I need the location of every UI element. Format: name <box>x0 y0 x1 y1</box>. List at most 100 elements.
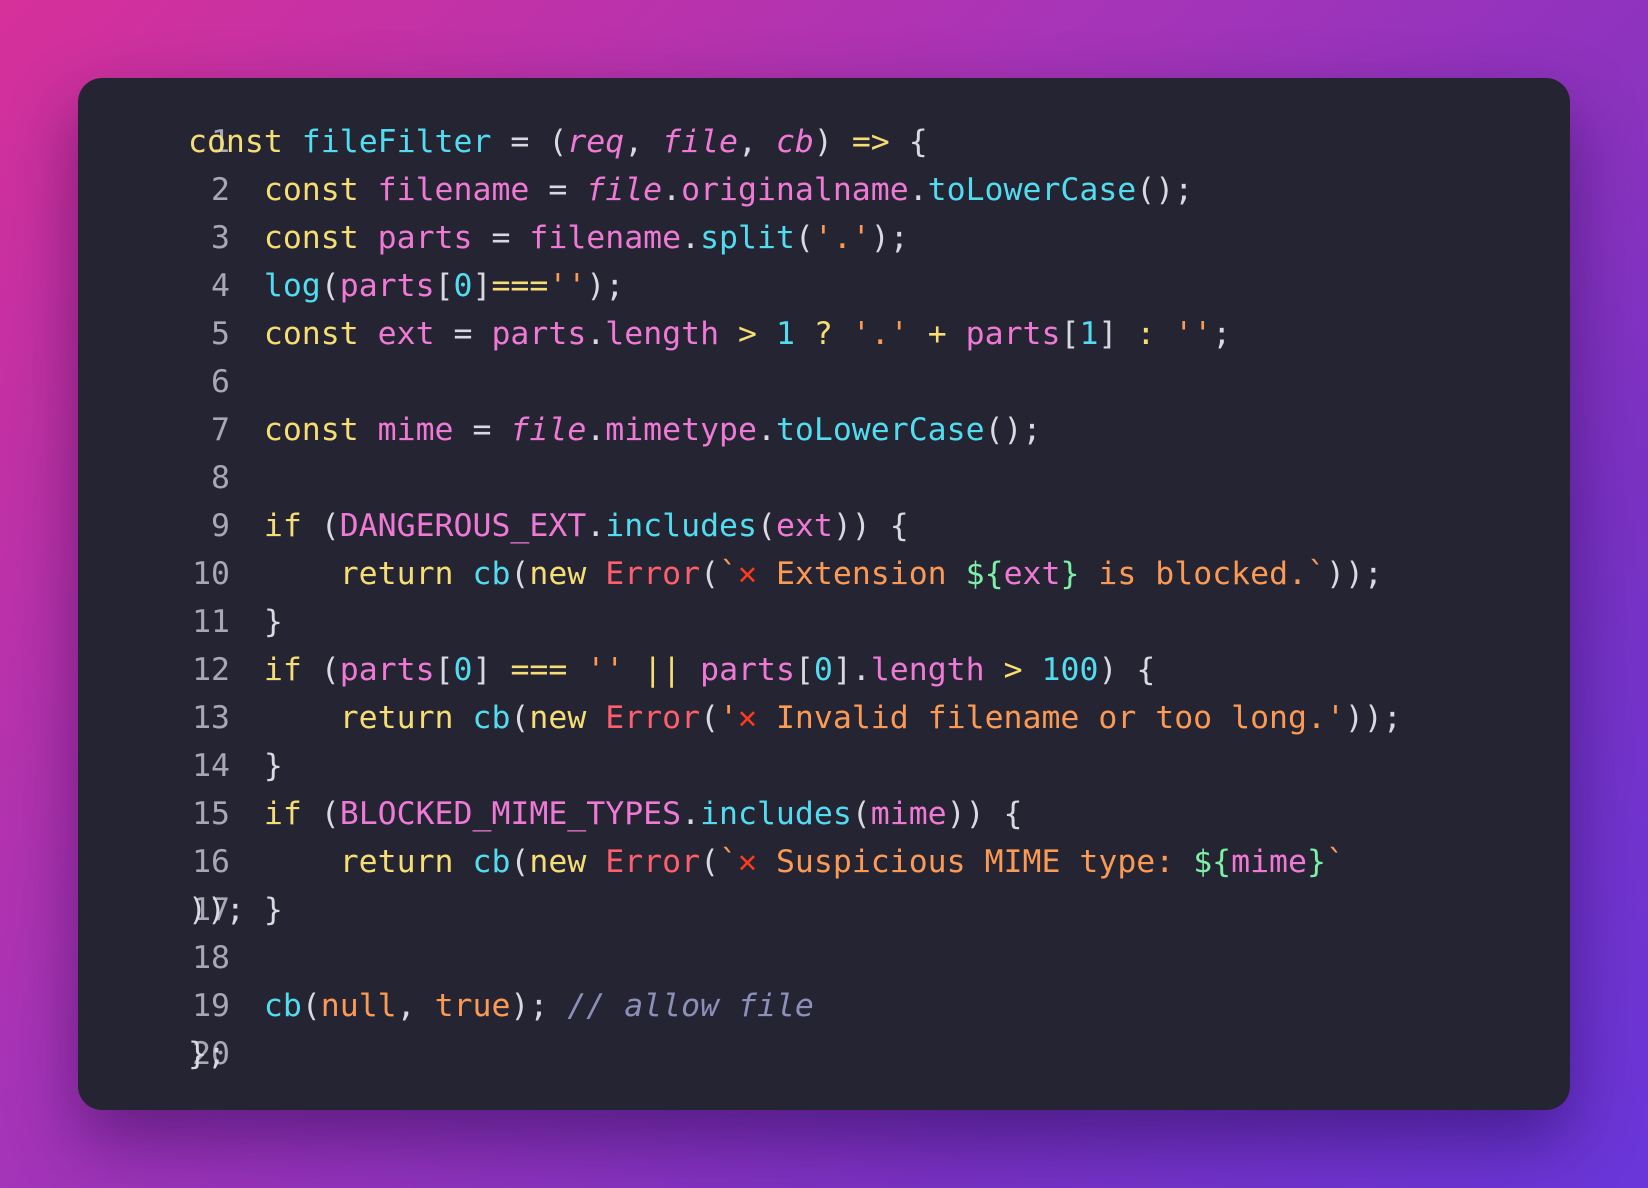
code-token: => <box>851 124 890 160</box>
code-token: includes <box>700 796 852 832</box>
code-token: )); <box>1344 700 1402 736</box>
code-token: . <box>662 172 682 208</box>
code-token: } <box>188 748 283 784</box>
code-window: 1 const fileFilter = (req, file, cb) => {… <box>78 78 1570 1110</box>
code-token: ( <box>320 268 340 304</box>
code-token: ] <box>472 652 511 688</box>
code-token: return <box>339 700 454 736</box>
code-token: ( <box>700 700 720 736</box>
code-token: ); <box>586 268 625 304</box>
code-token: ` <box>719 556 739 592</box>
code-token: '' <box>1174 316 1213 352</box>
line-source: )); } <box>188 886 283 934</box>
code-token: length <box>870 652 985 688</box>
code-token: // allow file <box>567 988 814 1024</box>
code-token: Error <box>605 556 701 592</box>
code-token: : <box>1136 316 1156 352</box>
code-token: if <box>263 508 302 544</box>
code-token: . <box>681 220 701 256</box>
line-source: return cb(new Error(`✕ Suspicious MIME t… <box>188 838 1345 886</box>
code-token: } <box>188 604 283 640</box>
code-token: cb <box>775 124 814 160</box>
code-token: === <box>491 268 549 304</box>
code-token: 0 <box>453 268 473 304</box>
code-token: '.' <box>813 220 871 256</box>
code-token: mimetype <box>605 412 757 448</box>
line-source: const filename = file.originalname.toLow… <box>188 166 1193 214</box>
code-token: Invalid filename or too long.' <box>757 700 1345 736</box>
code-token: '.' <box>851 316 909 352</box>
code-token: , <box>396 988 435 1024</box>
code-token: cb <box>472 844 511 880</box>
code-line: 20}; <box>78 1030 1570 1078</box>
code-token: filename <box>377 172 530 208</box>
code-token: split <box>700 220 795 256</box>
code-token: fileFilter <box>301 124 492 160</box>
code-token: )); } <box>188 892 283 928</box>
code-token: parts <box>700 652 795 688</box>
code-line: 7 const mime = file.mimetype.toLowerCase… <box>78 406 1570 454</box>
code-token: mime <box>377 412 454 448</box>
code-token: true <box>434 988 511 1024</box>
code-token: 1 <box>775 316 795 352</box>
code-token: ${ <box>965 556 1004 592</box>
line-source: const mime = file.mimetype.toLowerCase()… <box>188 406 1042 454</box>
code-token: [ <box>1060 316 1080 352</box>
code-token: [ <box>434 268 454 304</box>
code-token: const <box>263 316 359 352</box>
code-token: new <box>529 700 587 736</box>
code-token: , <box>624 124 663 160</box>
code-token: BLOCKED_MIME_TYPES <box>339 796 682 832</box>
code-line: 4 log(parts[0]===''); <box>78 262 1570 310</box>
code-line: 13 return cb(new Error('✕ Invalid filena… <box>78 694 1570 742</box>
code-token: 0 <box>453 652 473 688</box>
code-token: cb <box>472 556 511 592</box>
line-source: if (BLOCKED_MIME_TYPES.includes(mime)) { <box>188 790 1023 838</box>
code-token: (); <box>1136 172 1194 208</box>
code-token: || <box>643 652 682 688</box>
code-token: is blocked.` <box>1079 556 1326 592</box>
code-token: '' <box>548 268 587 304</box>
code-token: if <box>263 796 302 832</box>
code-token: '' <box>586 652 625 688</box>
code-token: mime <box>870 796 947 832</box>
code-token: ( <box>700 844 720 880</box>
code-line: 6 <box>78 358 1570 406</box>
code-token: return <box>339 844 454 880</box>
code-token: ) <box>813 124 852 160</box>
code-token: ( <box>510 700 530 736</box>
code-token: toLowerCase <box>775 412 985 448</box>
code-token: ( <box>700 556 720 592</box>
code-line: 15 if (BLOCKED_MIME_TYPES.includes(mime)… <box>78 790 1570 838</box>
line-source: }; <box>188 1030 226 1078</box>
code-token: ( <box>510 844 530 880</box>
code-token: const <box>263 172 359 208</box>
code-token: = <box>434 316 492 352</box>
code-line: 14 } <box>78 742 1570 790</box>
cross-mark-icon: ✕ <box>738 556 757 592</box>
code-line: 18 <box>78 934 1570 982</box>
line-source: const parts = filename.split('.'); <box>188 214 909 262</box>
line-number: 6 <box>211 364 230 400</box>
code-line: 3 const parts = filename.split('.'); <box>78 214 1570 262</box>
line-source: const fileFilter = (req, file, cb) => { <box>188 118 928 166</box>
